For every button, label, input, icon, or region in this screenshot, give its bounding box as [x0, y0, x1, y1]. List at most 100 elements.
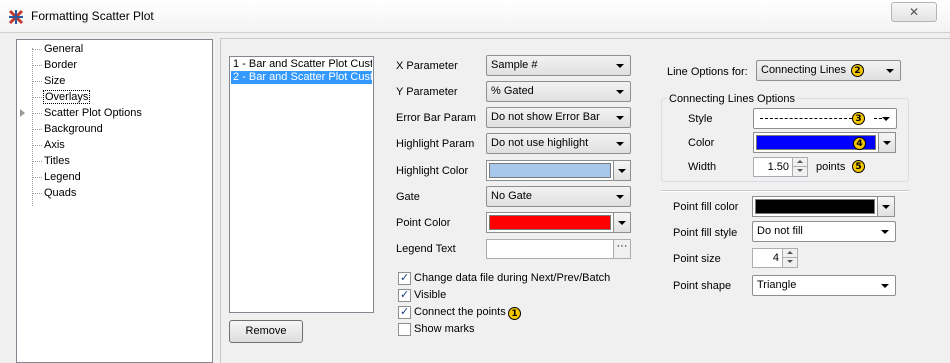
gate-label: Gate [396, 191, 420, 203]
callout-badge-3: 3 [852, 112, 865, 125]
y-parameter-value: % Gated [491, 85, 534, 97]
tree-branch [32, 193, 42, 194]
error-bar-param-label: Error Bar Param [396, 112, 477, 124]
spin-up-icon[interactable] [782, 249, 797, 258]
point-fill-style-label: Point fill style [673, 227, 738, 239]
chevron-down-icon [881, 230, 889, 234]
app-icon [8, 9, 24, 25]
error-bar-param-select[interactable]: Do not show Error Bar [486, 107, 631, 128]
point-size-label: Point size [673, 253, 721, 265]
width-unit-label: points [816, 161, 846, 173]
highlight-param-select[interactable]: Do not use highlight [486, 133, 631, 154]
y-parameter-select[interactable]: % Gated [486, 81, 631, 102]
tree-item-size[interactable]: Size [44, 74, 65, 88]
tree-branch [32, 145, 42, 146]
show-marks-checkbox[interactable] [398, 323, 411, 336]
style-label: Style [688, 113, 713, 125]
y-parameter-label: Y Parameter [396, 86, 458, 98]
callout-badge-2: 2 [851, 64, 864, 77]
remove-button[interactable]: Remove [229, 320, 303, 343]
tree-item-overlays[interactable]: Overlays [42, 90, 91, 104]
line-options-value: Connecting Lines [761, 64, 847, 76]
spin-up-icon[interactable] [792, 158, 807, 167]
connect-points-checkbox[interactable] [398, 305, 411, 319]
point-color-picker[interactable] [486, 212, 631, 233]
close-button[interactable]: ✕ [891, 2, 937, 22]
point-shape-select[interactable]: Triangle [752, 275, 896, 296]
spin-down-icon[interactable] [792, 167, 807, 176]
tree-item-axis[interactable]: Axis [44, 138, 65, 152]
tree-branch [32, 49, 42, 50]
point-color-swatch [489, 215, 611, 230]
callout-badge-4: 4 [853, 137, 866, 150]
chevron-down-icon [616, 142, 624, 146]
point-fill-style-value: Do not fill [757, 225, 803, 237]
tree-item-scatter-plot-options[interactable]: Scatter Plot Options [44, 106, 142, 120]
section-divider [661, 190, 909, 192]
tree-branch [32, 129, 42, 130]
chevron-down-icon[interactable] [878, 133, 895, 152]
point-shape-label: Point shape [673, 280, 732, 292]
legend-text-input[interactable]: ··· [486, 239, 631, 259]
spin-down-icon[interactable] [782, 258, 797, 267]
overlay-list-item[interactable]: 1 - Bar and Scatter Plot Custo [231, 58, 372, 71]
visible-label: Visible [414, 289, 447, 301]
tree-item-quads[interactable]: Quads [44, 186, 76, 200]
title-bar: Formatting Scatter Plot ✕ [0, 0, 950, 33]
dash-line-preview [760, 118, 852, 119]
tree-item-titles[interactable]: Titles [44, 154, 70, 168]
highlight-color-picker[interactable] [486, 160, 631, 181]
tree-item-general[interactable]: General [44, 42, 83, 56]
legend-text-label: Legend Text [396, 243, 456, 255]
line-width-value: 1.50 [767, 161, 789, 173]
overlay-list[interactable]: 1 - Bar and Scatter Plot Custo 2 - Bar a… [229, 56, 374, 313]
tree-item-legend[interactable]: Legend [44, 170, 81, 184]
chevron-down-icon [616, 90, 624, 94]
category-tree: General Border Size Overlays Scatter Plo… [16, 39, 213, 363]
dash-line-preview-tail [874, 118, 882, 119]
chevron-down-icon[interactable] [877, 197, 894, 216]
point-shape-value: Triangle [757, 279, 797, 291]
point-fill-color-label: Point fill color [673, 201, 739, 213]
tree-branch [32, 177, 42, 178]
line-style-select[interactable] [753, 108, 897, 129]
gate-value: No Gate [491, 190, 532, 202]
window-title: Formatting Scatter Plot [31, 9, 154, 23]
tree-connector [32, 48, 33, 206]
visible-checkbox[interactable] [398, 288, 411, 302]
line-width-spinner[interactable]: 1.50 [753, 157, 808, 177]
tree-branch [32, 97, 42, 98]
tree-item-overlays-label: Overlays [42, 90, 91, 104]
callout-badge-5: 5 [852, 160, 865, 173]
chevron-down-icon[interactable] [613, 213, 630, 232]
point-fill-style-select[interactable]: Do not fill [752, 221, 896, 242]
x-parameter-label: X Parameter [396, 60, 458, 72]
highlight-param-value: Do not use highlight [491, 137, 589, 149]
point-fill-color-swatch [755, 199, 875, 214]
tree-item-background[interactable]: Background [44, 122, 103, 136]
highlight-color-label: Highlight Color [396, 165, 469, 177]
error-bar-param-value: Do not show Error Bar [491, 111, 600, 123]
chevron-down-icon [882, 117, 890, 121]
point-size-spinner[interactable]: 4 [752, 248, 798, 268]
legend-text-browse-button[interactable]: ··· [613, 240, 630, 258]
gate-select[interactable]: No Gate [486, 186, 631, 207]
line-options-label: Line Options for: [667, 66, 748, 78]
point-size-value: 4 [772, 252, 779, 264]
expand-arrow-icon[interactable] [20, 109, 25, 117]
tree-branch [32, 81, 42, 82]
point-fill-color-picker[interactable] [752, 196, 895, 217]
change-data-file-checkbox[interactable] [398, 271, 411, 285]
overlay-list-item-selected[interactable]: 2 - Bar and Scatter Plot Custo [231, 71, 372, 84]
chevron-down-icon [881, 284, 889, 288]
change-data-file-label: Change data file during Next/Prev/Batch [414, 272, 611, 284]
tree-branch [32, 113, 42, 114]
line-options-select[interactable]: Connecting Lines [756, 60, 901, 81]
chevron-down-icon[interactable] [613, 161, 630, 180]
tree-item-border[interactable]: Border [44, 58, 77, 72]
chevron-down-icon [616, 195, 624, 199]
highlight-color-swatch [489, 163, 611, 178]
chevron-down-icon [616, 64, 624, 68]
line-color-picker[interactable] [753, 132, 896, 153]
x-parameter-select[interactable]: Sample # [486, 55, 631, 76]
